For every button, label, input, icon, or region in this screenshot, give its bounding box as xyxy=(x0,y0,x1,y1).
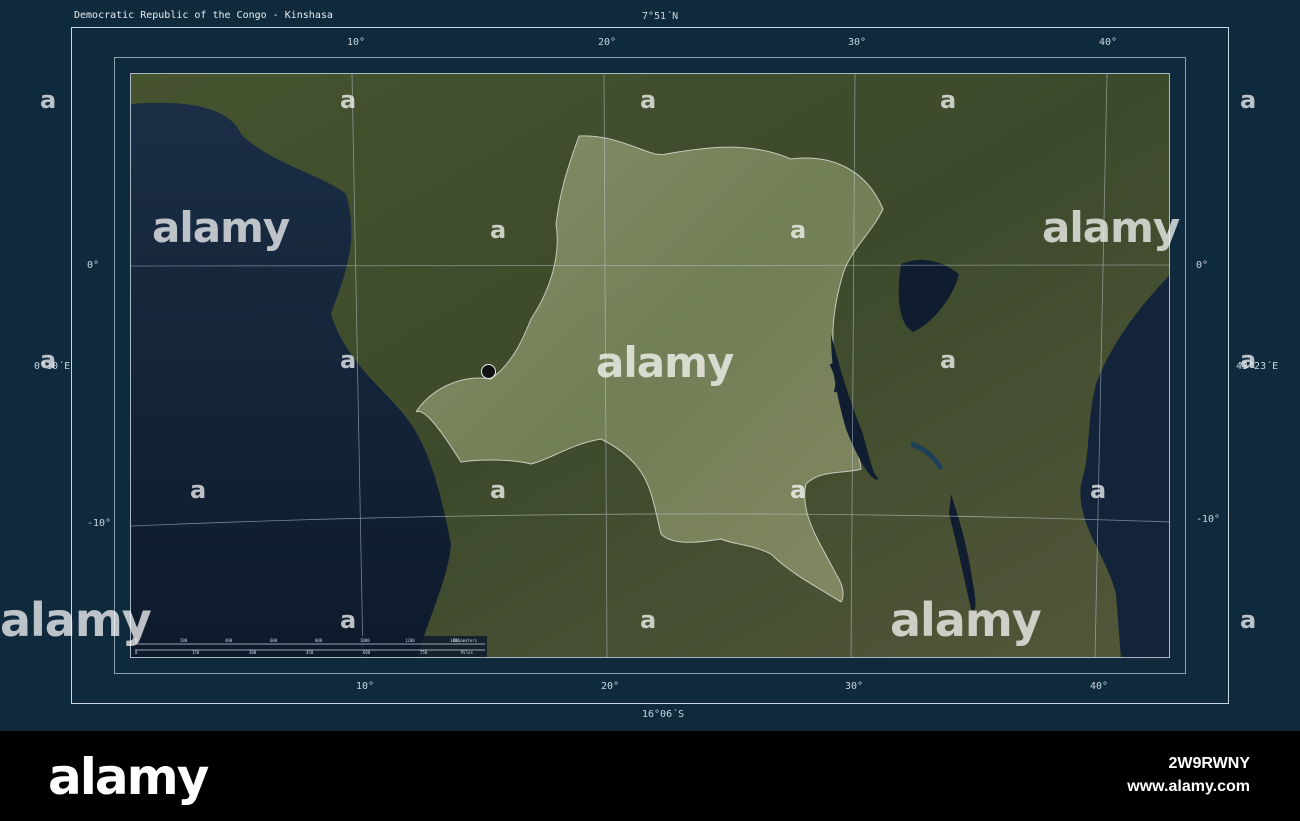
lon-tick-top: 10° xyxy=(347,37,366,48)
lon-tick-bottom: 10° xyxy=(356,681,375,692)
watermark-logo: alamy xyxy=(890,593,1042,647)
scale-tick-km: 800 xyxy=(315,638,323,643)
footer-logo: alamy xyxy=(48,748,209,806)
scale-tick-km: 200 xyxy=(180,638,188,643)
lon-tick-bottom: 20° xyxy=(601,681,620,692)
watermark-logo: alamy xyxy=(0,593,152,647)
scale-tick-mi: 750 xyxy=(420,650,428,655)
watermark-mark: a xyxy=(490,216,507,244)
lon-tick-top: 40° xyxy=(1099,37,1118,48)
stock-url[interactable]: www.alamy.com xyxy=(1127,778,1250,796)
south-bound-label: 16°06´S xyxy=(642,709,685,720)
watermark-mark: a xyxy=(1240,606,1257,634)
watermark-mark: a xyxy=(40,346,57,374)
scale-tick-km: 600 xyxy=(270,638,278,643)
watermark-mark: a xyxy=(340,86,357,114)
watermark-mark: a xyxy=(640,606,657,634)
scale-unit-bottom: Miles xyxy=(461,650,474,655)
lat-tick-right: -10° xyxy=(1196,514,1221,525)
scale-tick-mi: 0 xyxy=(135,650,138,655)
watermark-mark: a xyxy=(40,86,57,114)
watermark-mark: a xyxy=(1090,476,1107,504)
scale-tick-km: 1200 xyxy=(405,638,415,643)
watermark-mark: a xyxy=(790,216,807,244)
scale-tick-mi: 600 xyxy=(363,650,371,655)
image-id: 2W9RWNY xyxy=(1168,755,1251,772)
watermark-mark: a xyxy=(640,86,657,114)
scale-tick-km: 1400 xyxy=(450,638,460,643)
lon-tick-bottom: 40° xyxy=(1090,681,1109,692)
map-title: Democratic Republic of the Congo - Kinsh… xyxy=(74,10,333,21)
watermark-logo: alamy xyxy=(1042,203,1180,252)
lon-tick-bottom: 30° xyxy=(845,681,864,692)
north-bound-label: 7°51´N xyxy=(642,11,679,22)
watermark-mark: a xyxy=(490,476,507,504)
scale-tick-mi: 450 xyxy=(306,650,314,655)
watermark-mark: a xyxy=(340,346,357,374)
scale-tick-km: 1000 xyxy=(360,638,370,643)
lat-tick-left: 0° xyxy=(87,260,100,271)
lon-tick-top: 30° xyxy=(848,37,867,48)
lat-tick-left: -10° xyxy=(87,518,112,529)
watermark-logo: alamy xyxy=(596,338,734,387)
watermark-mark: a xyxy=(340,606,357,634)
lon-tick-top: 20° xyxy=(598,37,617,48)
watermark-mark: a xyxy=(940,86,957,114)
watermark-logo: alamy xyxy=(152,203,290,252)
scale-tick-mi: 300 xyxy=(249,650,257,655)
watermark-mark: a xyxy=(1240,346,1257,374)
watermark-mark: a xyxy=(790,476,807,504)
watermark-mark: a xyxy=(190,476,207,504)
scale-tick-mi: 150 xyxy=(192,650,200,655)
lat-tick-right: 0° xyxy=(1196,260,1209,271)
watermark-mark: a xyxy=(940,346,957,374)
scale-tick-km: 400 xyxy=(225,638,233,643)
watermark-mark: a xyxy=(1240,86,1257,114)
kinshasa-marker[interactable] xyxy=(481,364,496,379)
